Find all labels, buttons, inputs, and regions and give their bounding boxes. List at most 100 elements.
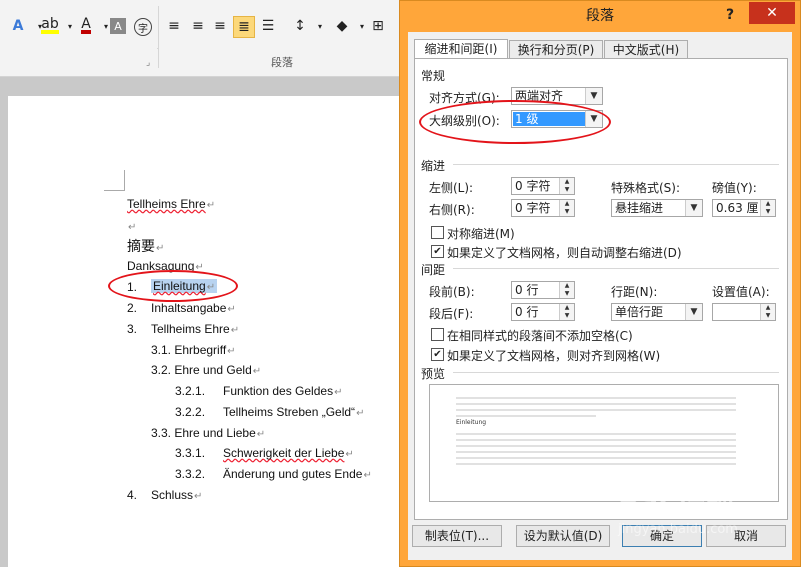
line-spacing-value: 单倍行距 <box>615 305 664 319</box>
spin-down-icon[interactable]: ▼ <box>559 312 574 320</box>
character-shading-icon[interactable]: A <box>110 18 126 34</box>
group-launcher-icon[interactable]: ⌟ <box>146 58 150 68</box>
section-indent: 缩进 <box>421 159 446 173</box>
set-default-button[interactable]: 设为默认值(D) <box>516 525 610 547</box>
line-text: Änderung und gutes Ende <box>223 467 363 481</box>
line-text: Tellheims Ehre <box>127 197 206 211</box>
tab-line-page-breaks[interactable]: 换行和分页(P) <box>509 40 603 60</box>
special-format-select[interactable]: 悬挂缩进 ▼ <box>611 199 703 217</box>
paragraph-mark: ↵ <box>128 222 137 233</box>
doc-line-3-3-2[interactable]: 3.3.2. <box>175 467 205 481</box>
space-after-input[interactable]: 0 行 ▲ ▼ <box>511 303 575 321</box>
doc-line-empty[interactable]: ↵ <box>127 219 136 233</box>
set-value-input[interactable]: ▲ ▼ <box>712 303 776 321</box>
divider <box>453 372 779 373</box>
highlight-icon[interactable]: ab <box>40 16 60 36</box>
special-format-label: 特殊格式(S): <box>611 181 681 195</box>
divider <box>453 268 779 269</box>
snap-to-grid-checkbox[interactable]: ✔ <box>431 348 444 361</box>
set-value-label: 设置值(A): <box>712 285 770 299</box>
enclose-character-icon[interactable]: 字 <box>134 18 152 36</box>
doc-line-3-3[interactable]: 3.3. Ehre und Liebe↵ <box>151 426 265 440</box>
paragraph-mark: ↵ <box>356 408 365 419</box>
line-text: Inhaltsangabe <box>151 301 227 315</box>
dropdown-arrow-icon[interactable]: ▾ <box>310 16 330 36</box>
spin-up-icon[interactable]: ▲ <box>559 282 574 290</box>
align-right-icon[interactable]: ≡ <box>210 16 230 36</box>
justify-icon[interactable]: ≣ <box>233 16 255 38</box>
divider <box>158 6 159 68</box>
indent-right-input[interactable]: 0 字符 ▲ ▼ <box>511 199 575 217</box>
doc-line-3-3-1[interactable]: 3.3.1. <box>175 446 205 460</box>
spin-down-icon[interactable]: ▼ <box>559 290 574 298</box>
mirror-indent-checkbox[interactable] <box>431 226 444 239</box>
spin-down-icon[interactable]: ▼ <box>559 186 574 194</box>
paragraph-mark: ↵ <box>156 243 165 254</box>
doc-line-3-2[interactable]: 3.2. Ehre und Geld↵ <box>151 363 261 377</box>
doc-line-4-text[interactable]: Schluss↵ <box>151 488 202 502</box>
annotation-ellipse-outline-level <box>419 100 611 144</box>
space-before-input[interactable]: 0 行 ▲ ▼ <box>511 281 575 299</box>
spin-up-icon[interactable]: ▲ <box>559 178 574 186</box>
doc-line-3-2-2-text[interactable]: Tellheims Streben „Geld“↵ <box>223 405 364 419</box>
line-spacing-select[interactable]: 单倍行距 ▼ <box>611 303 703 321</box>
doc-line-abstract[interactable]: 摘要↵ <box>127 236 164 256</box>
close-button[interactable]: ✕ <box>749 2 795 24</box>
align-center-icon[interactable]: ≡ <box>188 16 208 36</box>
indent-left-input[interactable]: 0 字符 ▲ ▼ <box>511 177 575 195</box>
doc-line-3-1[interactable]: 3.1. Ehrbegriff↵ <box>151 343 236 357</box>
borders-icon[interactable]: ⊞ <box>368 16 388 36</box>
preview-line <box>456 439 736 441</box>
indent-right-value: 0 字符 <box>515 201 551 215</box>
tab-asian-typography[interactable]: 中文版式(H) <box>604 40 688 60</box>
doc-line-4[interactable]: 4. <box>127 488 137 502</box>
doc-line-3-2-1-text[interactable]: Funktion des Geldes↵ <box>223 384 342 398</box>
spin-up-icon[interactable]: ▲ <box>760 304 775 312</box>
indent-by-input[interactable]: 0.63 厘 ▲ ▼ <box>712 199 776 217</box>
doc-line-3-2-2[interactable]: 3.2.2. <box>175 405 205 419</box>
space-before-value: 0 行 <box>515 283 539 297</box>
auto-adjust-right-indent-checkbox[interactable]: ✔ <box>431 245 444 258</box>
list-number: 3. <box>127 322 138 336</box>
distributed-icon[interactable]: ☰ <box>258 16 278 36</box>
spin-up-icon[interactable]: ▲ <box>559 200 574 208</box>
doc-line-3-3-2-text[interactable]: Änderung und gutes Ende↵ <box>223 467 372 481</box>
spin-down-icon[interactable]: ▼ <box>559 208 574 216</box>
tabs-button[interactable]: 制表位(T)... <box>412 525 502 547</box>
chevron-down-icon: ▼ <box>685 304 702 320</box>
preview-sample-text: Einleitung <box>456 419 487 426</box>
annotation-ellipse-einleitung <box>108 270 238 302</box>
spin-down-icon[interactable]: ▼ <box>760 208 775 216</box>
line-spacing-icon[interactable]: ↕ <box>290 16 310 36</box>
preview-line <box>456 403 736 405</box>
doc-line-2[interactable]: 2. <box>127 301 137 315</box>
preview-line <box>456 451 736 453</box>
line-text: Schwerigkeit der Liebe <box>223 446 345 460</box>
align-left-icon[interactable]: ≡ <box>164 16 184 36</box>
spin-down-icon[interactable]: ▼ <box>760 312 775 320</box>
preview-line <box>456 433 736 435</box>
text-effects-icon[interactable]: A <box>8 16 28 36</box>
line-text: Ehre und Geld <box>174 363 252 377</box>
doc-line-3-3-1-text[interactable]: Schwerigkeit der Liebe↵ <box>223 446 354 460</box>
doc-line-title[interactable]: Tellheims Ehre↵ <box>127 197 215 211</box>
help-button[interactable]: ? <box>726 7 734 23</box>
spin-up-icon[interactable]: ▲ <box>559 304 574 312</box>
doc-line-3[interactable]: 3. <box>127 322 137 336</box>
list-number: 3.2.2. <box>175 405 206 419</box>
margin-corner-mark <box>104 170 125 191</box>
preview-line <box>456 457 736 459</box>
doc-line-3-2-1[interactable]: 3.2.1. <box>175 384 205 398</box>
line-text: Tellheims Streben „Geld“ <box>223 405 356 419</box>
list-number: 3.3.2. <box>175 467 206 481</box>
no-space-same-style-checkbox[interactable] <box>431 328 444 341</box>
spin-up-icon[interactable]: ▲ <box>760 200 775 208</box>
font-color-icon[interactable]: A <box>76 16 96 36</box>
doc-line-3-text[interactable]: Tellheims Ehre↵ <box>151 322 239 336</box>
dialog-title: 段落 <box>586 8 614 24</box>
tab-indents-spacing[interactable]: 缩进和间距(I) <box>414 39 508 60</box>
shading-icon[interactable]: ◆ <box>332 16 352 36</box>
doc-line-2-text[interactable]: Inhaltsangabe↵ <box>151 301 236 315</box>
preview-line <box>456 463 736 465</box>
list-number: 3.3. <box>151 426 172 440</box>
